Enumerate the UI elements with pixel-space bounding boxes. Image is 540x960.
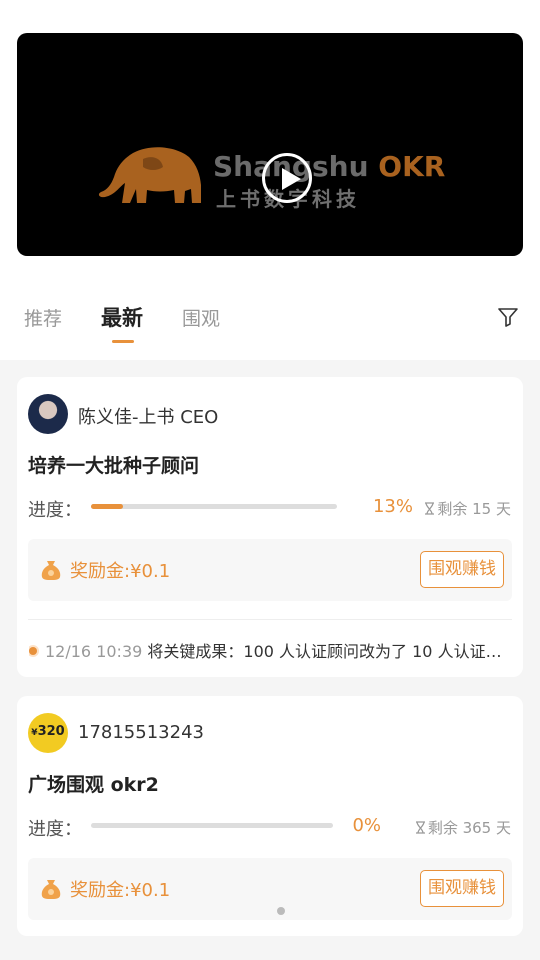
author-name: 17815513243 — [78, 722, 204, 743]
elephant-logo-icon — [98, 147, 201, 203]
tab-watch[interactable]: 围观 — [182, 304, 220, 331]
header-area: Shangshu OKR 上书数字科技 推荐 最新 围观 — [0, 0, 540, 360]
scroll-indicator — [277, 907, 285, 915]
reward-amount: 奖励金:¥0.1 — [70, 880, 171, 901]
hourglass-icon — [415, 821, 425, 834]
author-name: 陈义佳-上书 CEO — [78, 407, 219, 428]
update-dot-icon — [29, 646, 37, 655]
divider — [28, 619, 512, 620]
objective-title: 广场围观 okr2 — [28, 774, 159, 796]
avatar-amount-value: 320 — [37, 724, 65, 739]
avatar[interactable]: ¥320 — [28, 713, 68, 753]
active-tab-indicator — [112, 340, 134, 343]
video-banner[interactable]: Shangshu OKR 上书数字科技 — [17, 33, 523, 256]
okr-card[interactable]: 陈义佳-上书 CEO 培养一大批种子顾问 进度： 13% 剩余 15 天 奖励金… — [17, 377, 523, 677]
reward-amount: 奖励金:¥0.1 — [70, 561, 171, 582]
progress-fill — [91, 504, 123, 509]
remaining-days-text: 剩余 365 天 — [427, 819, 511, 837]
progress-bar — [91, 504, 337, 509]
progress-percent: 13% — [372, 496, 413, 517]
play-icon — [282, 168, 301, 190]
filter-icon[interactable] — [497, 306, 519, 328]
tab-bar: 推荐 最新 围观 — [0, 300, 540, 344]
remaining-days: 剩余 365 天 — [415, 817, 511, 838]
hourglass-icon — [425, 502, 435, 515]
latest-update[interactable]: 12/16 10:39 将关键成果：100 人认证顾问改为了 10 人认证顾问 — [29, 638, 509, 662]
avatar[interactable] — [28, 394, 68, 434]
remaining-days-text: 剩余 15 天 — [437, 500, 511, 518]
remaining-days: 剩余 15 天 — [424, 498, 511, 519]
progress-label: 进度： — [28, 819, 82, 840]
logo-wordmark: Shangshu OKR — [213, 150, 445, 183]
objective-title: 培养一大批种子顾问 — [28, 455, 200, 477]
progress-bar — [91, 823, 333, 828]
tab-latest[interactable]: 最新 — [101, 302, 143, 332]
play-button[interactable] — [262, 153, 312, 203]
reward-box: 奖励金:¥0.1 围观赚钱 — [28, 858, 512, 920]
watch-earn-button[interactable]: 围观赚钱 — [420, 870, 504, 907]
update-time: 12/16 10:39 — [45, 642, 143, 661]
watch-earn-button[interactable]: 围观赚钱 — [420, 551, 504, 588]
tab-recommend[interactable]: 推荐 — [24, 304, 62, 331]
avatar-amount: ¥320 — [28, 724, 68, 739]
logo-okr: OKR — [378, 150, 446, 183]
progress-label: 进度： — [28, 500, 82, 521]
money-bag-icon — [41, 561, 61, 580]
okr-card[interactable]: ¥320 17815513243 广场围观 okr2 进度： 0% 剩余 365… — [17, 696, 523, 936]
money-bag-icon — [41, 880, 61, 899]
reward-box: 奖励金:¥0.1 围观赚钱 — [28, 539, 512, 601]
update-text: 将关键成果：100 人认证顾问改为了 10 人认证顾问 — [147, 642, 509, 661]
progress-percent: 0% — [352, 815, 381, 836]
